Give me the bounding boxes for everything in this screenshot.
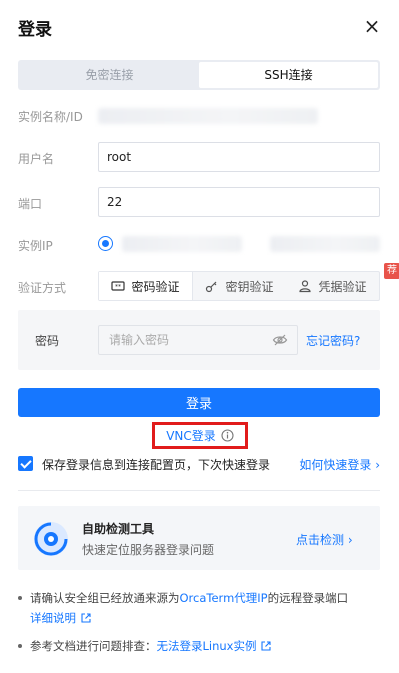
ip-value-redacted-2 <box>270 236 380 252</box>
instance-ip-row: 实例IP <box>18 229 380 259</box>
tip-troubleshoot: 参考文档进行问题排查：无法登录Linux实例 <box>18 636 380 656</box>
port-label: 端口 <box>18 197 43 211</box>
dialog-title: 登录 <box>18 20 52 40</box>
password-panel: 密码 忘记密码? <box>18 310 380 370</box>
tool-title: 自助检测工具 <box>82 522 155 536</box>
self-check-tool-card: 自助检测工具 快速定位服务器登录问题 点击检测 › <box>18 506 380 570</box>
info-icon[interactable] <box>221 429 234 442</box>
chevron-right-icon: › <box>375 458 380 472</box>
eye-off-icon[interactable] <box>272 332 288 348</box>
username-label: 用户名 <box>18 152 55 166</box>
ip-radio-selected[interactable] <box>98 236 113 251</box>
cannot-login-linux-link[interactable]: 无法登录Linux实例 <box>157 639 257 653</box>
quick-login-link[interactable]: 如何快速登录 › <box>299 456 380 473</box>
instance-name-row: 实例名称/ID <box>18 106 380 126</box>
username-input[interactable] <box>98 142 380 172</box>
dialog-header: 登录 × <box>0 0 399 56</box>
tab-ssh[interactable]: SSH连接 <box>199 62 378 88</box>
password-input[interactable] <box>98 325 298 355</box>
recommend-badge: 荐 <box>384 263 399 279</box>
tab-passwordless[interactable]: 免密连接 <box>20 62 199 88</box>
orcaterm-proxy-ip-link[interactable]: OrcaTerm代理IP <box>180 591 268 605</box>
instance-ip-label: 实例IP <box>18 239 53 253</box>
external-link-icon[interactable] <box>80 612 92 624</box>
auth-tab-password[interactable]: ** 密码验证 <box>99 272 193 300</box>
chevron-right-icon: › <box>347 533 353 547</box>
login-button[interactable]: 登录 <box>18 388 380 417</box>
tips-list: 请确认安全组已经放通来源为OrcaTerm代理IP的远程登录端口 详细说明 参考… <box>18 588 380 656</box>
username-row: 用户名 <box>18 142 380 172</box>
divider <box>18 490 380 491</box>
forgot-password-link[interactable]: 忘记密码? <box>306 332 360 349</box>
save-config-checkbox[interactable] <box>18 456 33 471</box>
tip-security-group: 请确认安全组已经放通来源为OrcaTerm代理IP的远程登录端口 详细说明 <box>18 588 380 628</box>
instance-name-label: 实例名称/ID <box>18 110 83 124</box>
quick-login-link-label: 如何快速登录 <box>299 458 372 472</box>
external-link-icon[interactable] <box>260 640 272 652</box>
ip-value-redacted <box>122 236 242 252</box>
port-row: 端口 <box>18 187 380 217</box>
vnc-login-link[interactable]: VNC登录 <box>166 427 216 444</box>
tip1-suffix: 的远程登录端口 <box>267 591 349 605</box>
auth-tab-credential-label: 凭据验证 <box>318 279 367 294</box>
credential-icon <box>299 280 312 293</box>
save-config-row: 保存登录信息到连接配置页，下次快速登录 如何快速登录 › <box>18 455 380 473</box>
auth-method-row: 验证方式 ** 密码验证 密钥验证 凭据验证 荐 <box>18 263 399 301</box>
tool-subtitle: 快速定位服务器登录问题 <box>82 543 215 557</box>
port-input[interactable] <box>98 187 380 217</box>
vnc-login-highlight: VNC登录 <box>152 422 248 449</box>
password-icon: ** <box>111 281 126 291</box>
run-check-label: 点击检测 <box>296 533 345 547</box>
run-check-link[interactable]: 点击检测 › <box>296 531 353 548</box>
auth-tab-key[interactable]: 密钥验证 <box>193 272 286 300</box>
instance-name-value-redacted <box>98 108 318 124</box>
tip2-prefix: 参考文档进行问题排查： <box>30 639 157 653</box>
connection-mode-tabs: 免密连接 SSH连接 <box>18 60 380 90</box>
diagnostic-tool-icon <box>34 522 68 556</box>
auth-tab-password-label: 密码验证 <box>131 279 180 294</box>
auth-tab-key-label: 密钥验证 <box>225 279 274 294</box>
close-button[interactable]: × <box>361 15 383 37</box>
detail-link[interactable]: 详细说明 <box>30 611 76 625</box>
save-config-label: 保存登录信息到连接配置页，下次快速登录 <box>42 458 271 472</box>
auth-tab-credential[interactable]: 凭据验证 <box>286 272 379 300</box>
auth-method-label: 验证方式 <box>18 281 67 295</box>
svg-text:**: ** <box>115 284 121 291</box>
password-label: 密码 <box>35 334 60 348</box>
tip1-prefix: 请确认安全组已经放通来源为 <box>30 591 180 605</box>
auth-method-tabs: ** 密码验证 密钥验证 凭据验证 <box>98 271 380 301</box>
key-icon <box>206 281 217 293</box>
